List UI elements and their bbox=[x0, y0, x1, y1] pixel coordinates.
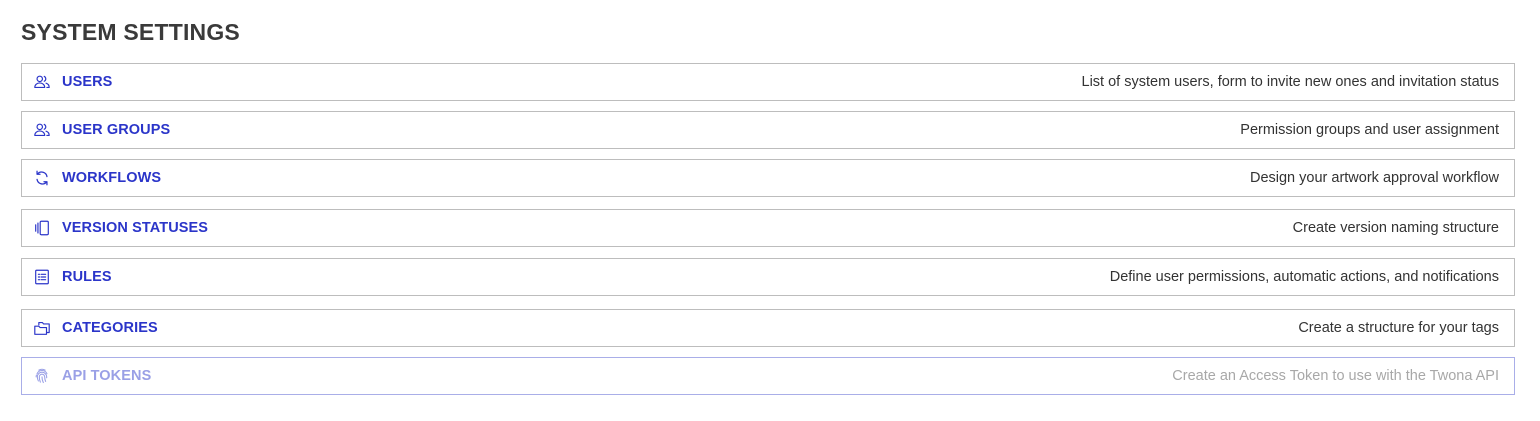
folders-icon bbox=[32, 319, 52, 337]
settings-row-description: Design your artwork approval workflow bbox=[1249, 170, 1499, 186]
user-groups-icon bbox=[32, 121, 52, 139]
settings-row-description: Create an Access Token to use with the T… bbox=[1172, 368, 1499, 384]
settings-row-title: CATEGORIES bbox=[62, 320, 158, 336]
settings-row-description: List of system users, form to invite new… bbox=[1081, 74, 1499, 90]
settings-row-workflows[interactable]: WORKFLOWS Design your artwork approval w… bbox=[21, 159, 1515, 197]
settings-row-api-tokens: API TOKENS Create an Access Token to use… bbox=[21, 357, 1515, 395]
settings-row-user-groups[interactable]: USER GROUPS Permission groups and user a… bbox=[21, 111, 1515, 149]
settings-row-description: Permission groups and user assignment bbox=[1240, 122, 1499, 138]
settings-row-users[interactable]: USERS List of system users, form to invi… bbox=[21, 63, 1515, 101]
fingerprint-icon bbox=[32, 367, 52, 385]
settings-row-title: USER GROUPS bbox=[62, 122, 171, 138]
settings-row-description: Create a structure for your tags bbox=[1298, 320, 1499, 336]
settings-row-version-statuses[interactable]: VERSION STATUSES Create version naming s… bbox=[21, 209, 1515, 247]
page-title: SYSTEM SETTINGS bbox=[21, 19, 240, 45]
settings-row-description: Create version naming structure bbox=[1292, 220, 1499, 236]
versions-icon bbox=[32, 219, 52, 237]
settings-row-description: Define user permissions, automatic actio… bbox=[1109, 269, 1499, 285]
settings-row-categories[interactable]: CATEGORIES Create a structure for your t… bbox=[21, 309, 1515, 347]
settings-row-title: API TOKENS bbox=[62, 368, 152, 384]
refresh-icon bbox=[32, 169, 52, 187]
checklist-icon bbox=[32, 268, 52, 286]
settings-row-title: WORKFLOWS bbox=[62, 170, 162, 186]
settings-row-rules[interactable]: RULES Define user permissions, automatic… bbox=[21, 258, 1515, 296]
settings-row-title: RULES bbox=[62, 269, 112, 285]
users-icon bbox=[32, 73, 52, 91]
settings-row-title: USERS bbox=[62, 74, 113, 90]
settings-row-title: VERSION STATUSES bbox=[62, 220, 209, 236]
